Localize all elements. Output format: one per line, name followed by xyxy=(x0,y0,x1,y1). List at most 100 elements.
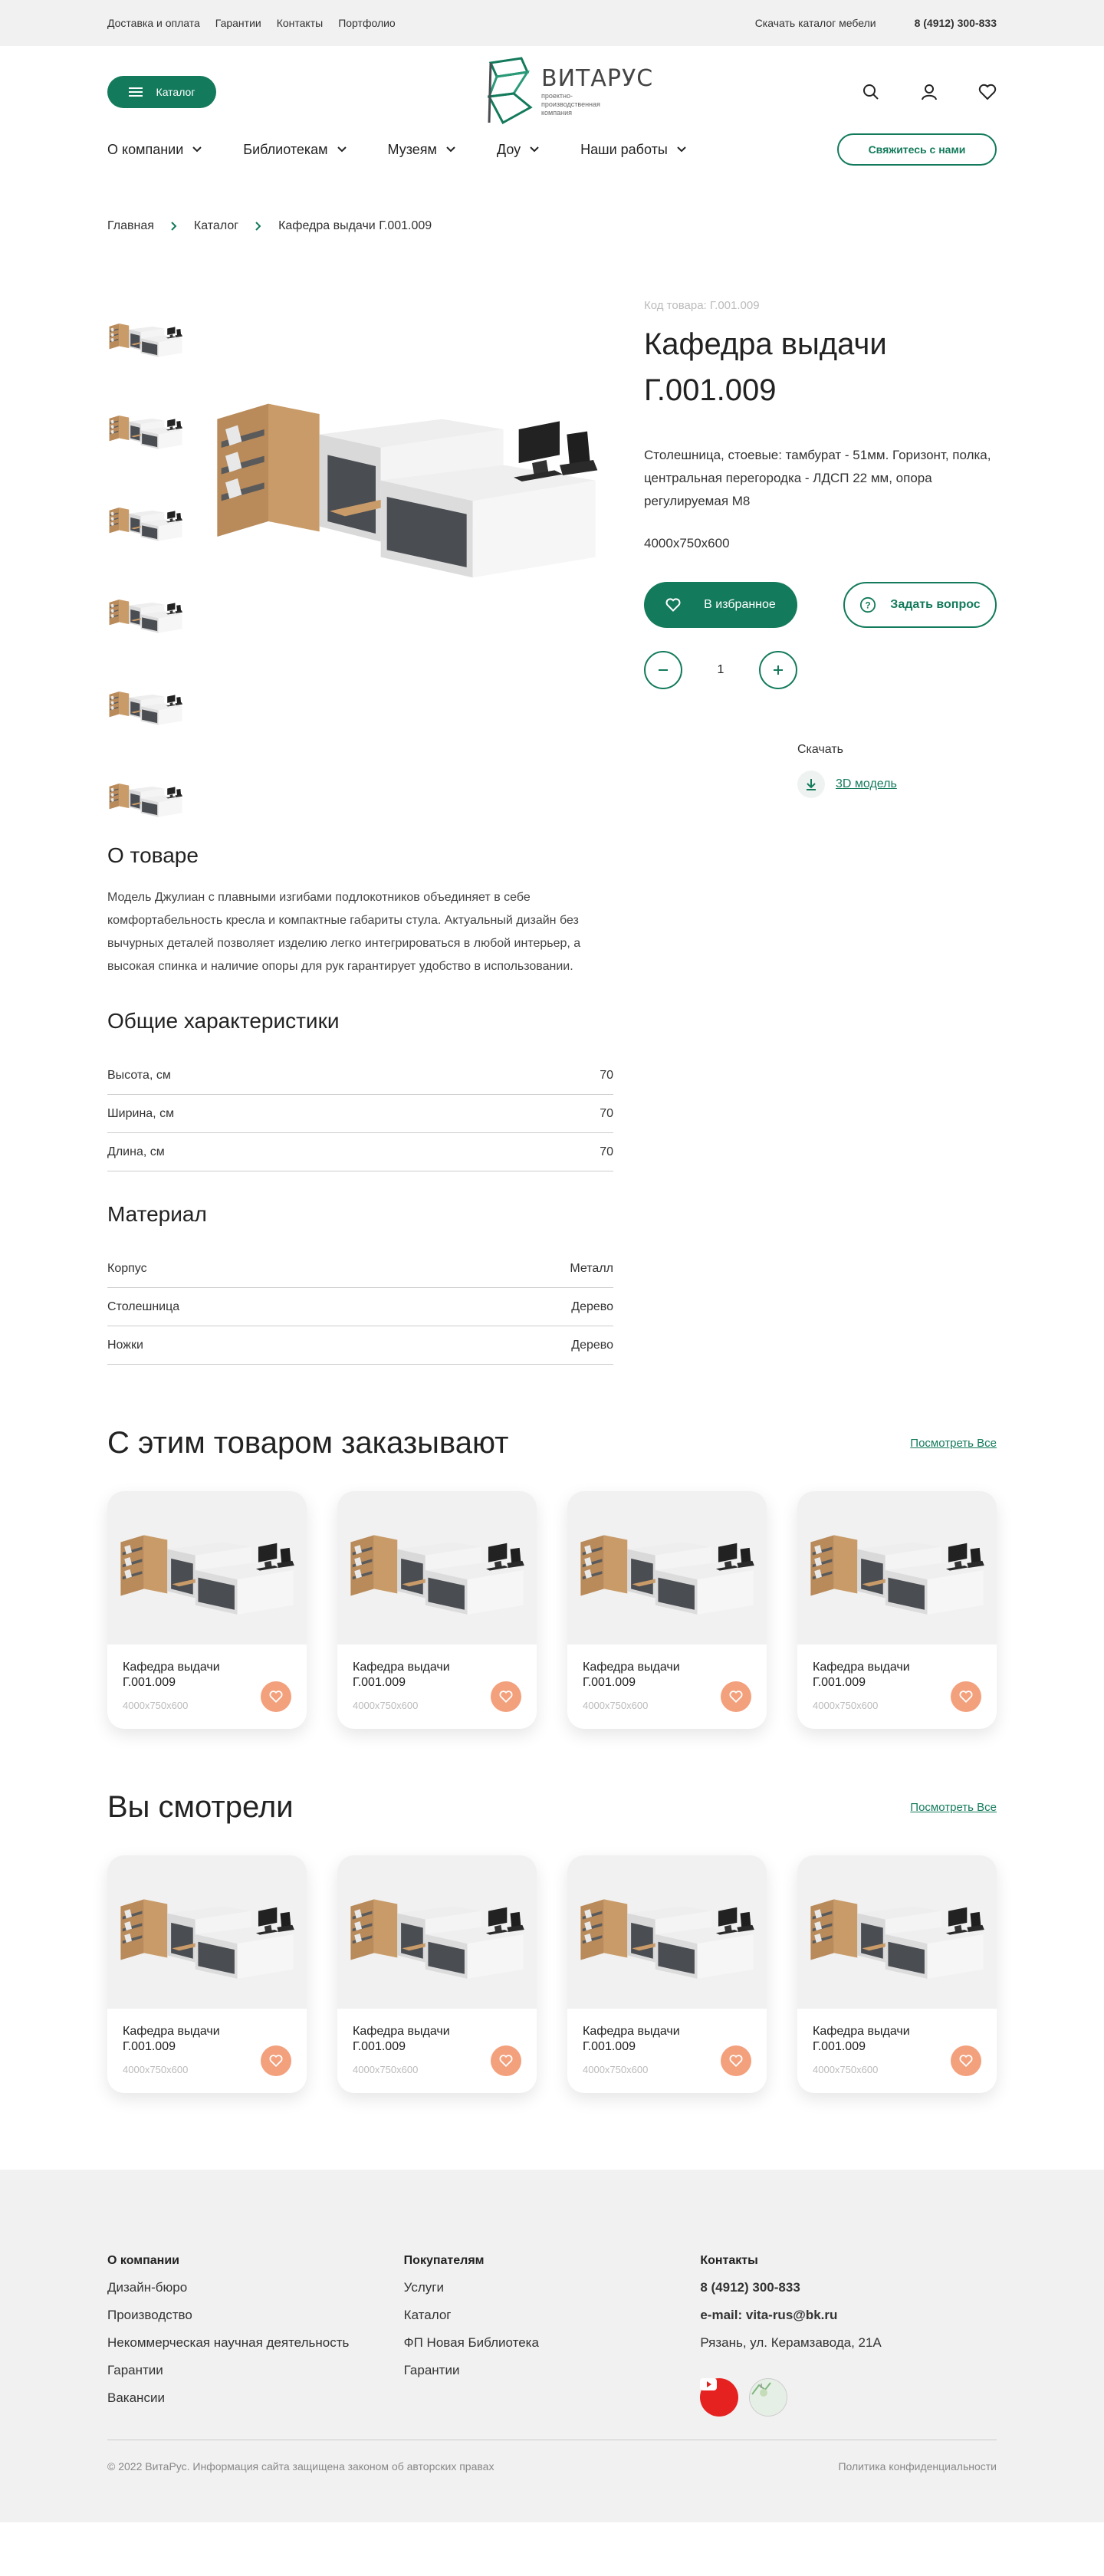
burger-icon xyxy=(128,87,143,97)
privacy-policy-link[interactable]: Политика конфиденциальности xyxy=(838,2460,997,2472)
product-card-title: Кафедра выдачи Г.001.009 xyxy=(583,2025,680,2053)
download-catalog-link[interactable]: Скачать каталог мебели xyxy=(755,17,876,29)
contact-us-button[interactable]: Свяжитесь с нами xyxy=(837,133,997,166)
top-link-guarantees[interactable]: Гарантии xyxy=(215,17,261,29)
product-card-image xyxy=(107,1855,307,2009)
product-main-image[interactable] xyxy=(207,353,606,659)
related-heading: С этим товаром заказывают xyxy=(107,1426,509,1460)
specs-heading: Общие характеристики xyxy=(107,1009,340,1033)
footer-email[interactable]: e-mail: vita-rus@bk.ru xyxy=(700,2308,997,2323)
search-icon[interactable] xyxy=(862,83,880,101)
favorite-heart-icon[interactable] xyxy=(491,2045,521,2076)
footer-link[interactable]: ФП Новая Библиотека xyxy=(404,2335,701,2351)
footer-link[interactable]: Гарантии xyxy=(107,2363,404,2378)
logo[interactable]: ВИТАРУС проектно-производственная компан… xyxy=(483,57,653,126)
product-card[interactable]: Кафедра выдачи Г.001.009 4000х750х600 xyxy=(797,1855,997,2093)
viewed-see-all-link[interactable]: Посмотреть Все xyxy=(910,1801,997,1814)
product-card[interactable]: Кафедра выдачи Г.001.009 4000х750х600 xyxy=(797,1491,997,1729)
spec-label: Столешница xyxy=(107,1300,180,1313)
thumbnail-list xyxy=(107,299,184,836)
spec-row: Столешница Дерево xyxy=(107,1288,613,1326)
favorite-heart-icon[interactable] xyxy=(261,2045,291,2076)
product-card[interactable]: Кафедра выдачи Г.001.009 4000х750х600 xyxy=(567,1491,767,1729)
quantity-value[interactable]: 1 xyxy=(713,663,728,677)
product-card[interactable]: Кафедра выдачи Г.001.009 4000х750х600 xyxy=(337,1855,537,2093)
product-thumbnail[interactable] xyxy=(107,483,184,560)
product-card[interactable]: Кафедра выдачи Г.001.009 4000х750х600 xyxy=(337,1491,537,1729)
ask-question-label: Задать вопрос xyxy=(890,598,981,611)
spec-label: Длина, см xyxy=(107,1145,165,1158)
product-code: Код товара: Г.001.009 xyxy=(644,299,760,312)
quantity-stepper: 1 xyxy=(644,651,997,689)
download-block: Скачать 3D модель xyxy=(797,743,997,798)
material-heading: Материал xyxy=(107,1202,207,1226)
favorite-heart-icon[interactable] xyxy=(261,1681,291,1712)
favorite-heart-icon[interactable] xyxy=(951,1681,981,1712)
nav-item-libraries[interactable]: Библиотекам xyxy=(243,142,347,158)
footer-link[interactable]: Некоммерческая научная деятельность xyxy=(107,2335,404,2351)
breadcrumb-home[interactable]: Главная xyxy=(107,219,154,233)
footer-link[interactable]: Услуги xyxy=(404,2280,701,2295)
footer-phone[interactable]: 8 (4912) 300-833 xyxy=(700,2280,997,2295)
ask-question-button[interactable]: ? Задать вопрос xyxy=(843,582,997,628)
3d-model-link[interactable]: 3D модель xyxy=(836,777,897,791)
product-thumbnail[interactable] xyxy=(107,575,184,652)
map-icon[interactable] xyxy=(749,2378,788,2417)
product-card-title: Кафедра выдачи Г.001.009 xyxy=(353,1661,450,1689)
youtube-icon[interactable] xyxy=(700,2378,739,2417)
chevron-down-icon xyxy=(530,146,539,153)
catalog-button[interactable]: Каталог xyxy=(107,76,216,108)
nav-item-museums[interactable]: Музеям xyxy=(388,142,455,158)
footer-contacts-col: Контакты 8 (4912) 300-833 e-mail: vita-r… xyxy=(700,2254,997,2417)
add-to-favorites-button[interactable]: В избранное xyxy=(644,582,797,628)
related-see-all-link[interactable]: Посмотреть Все xyxy=(910,1437,997,1450)
favorite-heart-icon[interactable] xyxy=(721,2045,751,2076)
footer-link[interactable]: Производство xyxy=(107,2308,404,2323)
nav-item-works[interactable]: Наши работы xyxy=(580,142,686,158)
product-thumbnail[interactable] xyxy=(107,299,184,376)
plus-icon xyxy=(774,665,783,675)
logo-name: ВИТАРУС xyxy=(541,65,654,92)
footer-link[interactable]: Вакансии xyxy=(107,2390,404,2406)
breadcrumb-catalog[interactable]: Каталог xyxy=(194,219,238,233)
chevron-down-icon xyxy=(446,146,455,153)
nav-label: Доу xyxy=(496,141,521,157)
quantity-increase-button[interactable] xyxy=(759,651,797,689)
main-nav: О компании Библиотекам Музеям Доу Наши р… xyxy=(107,133,997,166)
quantity-decrease-button[interactable] xyxy=(644,651,682,689)
favorite-heart-icon[interactable] xyxy=(951,2045,981,2076)
top-phone[interactable]: 8 (4912) 300-833 xyxy=(915,17,997,29)
product-card-title: Кафедра выдачи Г.001.009 xyxy=(353,2025,450,2053)
product-dimensions: 4000х750х600 xyxy=(644,536,730,550)
logo-mark-icon xyxy=(487,57,533,125)
top-link-portfolio[interactable]: Портфолио xyxy=(338,17,396,29)
spec-row: Корпус Металл xyxy=(107,1250,613,1288)
heart-icon[interactable] xyxy=(978,83,997,101)
product-card-title: Кафедра выдачи Г.001.009 xyxy=(813,2025,910,2053)
product-card-title: Кафедра выдачи Г.001.009 xyxy=(123,1661,220,1689)
product-card[interactable]: Кафедра выдачи Г.001.009 4000х750х600 xyxy=(567,1855,767,2093)
product-card[interactable]: Кафедра выдачи Г.001.009 4000х750х600 xyxy=(107,1491,307,1729)
download-icon[interactable] xyxy=(797,770,825,798)
product-thumbnail[interactable] xyxy=(107,759,184,836)
product-card[interactable]: Кафедра выдачи Г.001.009 4000х750х600 xyxy=(107,1855,307,2093)
top-link-contacts[interactable]: Контакты xyxy=(277,17,323,29)
product-thumbnail[interactable] xyxy=(107,667,184,744)
about-text: Модель Джулиан с плавными изгибами подло… xyxy=(107,891,581,973)
nav-item-company[interactable]: О компании xyxy=(107,142,202,158)
favorite-heart-icon[interactable] xyxy=(721,1681,751,1712)
footer-buyers-heading: Покупателям xyxy=(403,2254,485,2267)
product-thumbnail[interactable] xyxy=(107,391,184,468)
product-card-image xyxy=(797,1855,997,2009)
footer-link[interactable]: Гарантии xyxy=(404,2363,701,2378)
nav-item-dou[interactable]: Доу xyxy=(497,142,539,158)
footer-link[interactable]: Каталог xyxy=(404,2308,701,2323)
spec-value: Металл xyxy=(570,1261,613,1275)
favorite-heart-icon[interactable] xyxy=(491,1681,521,1712)
top-link-delivery[interactable]: Доставка и оплата xyxy=(107,17,200,29)
nav-label: Музеям xyxy=(387,141,437,157)
material-section: Материал Корпус Металл Столешница Дерево Н… xyxy=(107,1202,997,1365)
footer-link[interactable]: Дизайн-бюро xyxy=(107,2280,404,2295)
footer: О компании Дизайн-бюро Производство Неко… xyxy=(0,2170,1104,2522)
user-icon[interactable] xyxy=(920,83,938,101)
